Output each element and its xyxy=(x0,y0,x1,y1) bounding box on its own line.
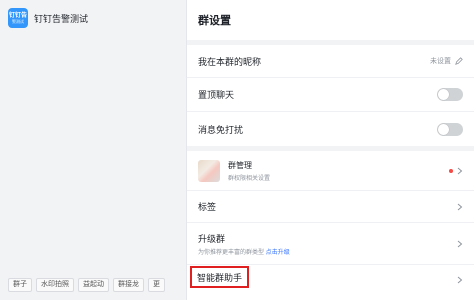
upgrade-desc: 为你推荐更丰富的群类型 xyxy=(198,249,265,256)
chat-title[interactable]: 钉钉告警测试 xyxy=(34,12,88,25)
toolbar-button[interactable]: 群子 xyxy=(8,278,32,292)
group-settings-panel: 群设置 我在本群的昵称 未设置 置顶聊天 消息免打扰 群管理 群权限相关设置 标… xyxy=(186,0,474,300)
chevron-right-icon xyxy=(457,276,463,284)
pencil-icon[interactable] xyxy=(455,57,463,65)
pin-chat-label: 置顶聊天 xyxy=(198,90,235,100)
toolbar-button[interactable]: 群接龙 xyxy=(113,278,144,292)
chevron-right-icon xyxy=(457,167,463,174)
avatar-text-1: 钉钉告 xyxy=(8,12,27,19)
chevron-right-icon xyxy=(457,203,463,210)
pin-chat-toggle[interactable] xyxy=(437,88,463,101)
tags-row[interactable]: 标签 xyxy=(187,191,474,223)
group-manage-right xyxy=(449,167,463,175)
pin-chat-row: 置顶聊天 xyxy=(187,78,474,112)
group-manage-subtitle: 群权限相关设置 xyxy=(228,175,271,182)
nickname-value: 未设置 xyxy=(430,58,451,65)
group-manage-title: 群管理 xyxy=(228,160,252,170)
mute-toggle[interactable] xyxy=(437,122,463,136)
smart-assistant-label: 智能群助手 xyxy=(197,272,243,283)
group-avatar[interactable]: 钉钉告 警测试 xyxy=(8,8,28,28)
upgrade-row[interactable]: 升级群 为你推荐更丰富的群类型 点击升级 xyxy=(187,223,474,265)
tags-label: 标签 xyxy=(198,202,217,212)
avatar-text-2: 警测试 xyxy=(12,18,24,24)
toolbar-button[interactable]: 益起动 xyxy=(78,278,109,292)
toolbar-button[interactable]: 水印拍照 xyxy=(36,278,74,292)
nickname-row[interactable]: 我在本群的昵称 未设置 xyxy=(187,45,474,78)
mute-label: 消息免打扰 xyxy=(198,124,244,135)
upgrade-texts: 升级群 为你推荐更丰富的群类型 点击升级 xyxy=(198,232,457,256)
upgrade-link[interactable]: 点击升级 xyxy=(266,250,290,256)
group-manage-avatar xyxy=(198,159,220,182)
chat-toolbar: 群子 水印拍照 益起动 群接龙 更 xyxy=(0,278,165,294)
nickname-label: 我在本群的昵称 xyxy=(198,56,262,67)
chat-area: 钉钉告 警测试 钉钉告警测试 群子 水印拍照 益起动 群接龙 更 xyxy=(0,0,186,300)
panel-title: 群设置 xyxy=(198,15,231,27)
notification-dot xyxy=(449,168,453,173)
chevron-right-icon xyxy=(457,240,463,247)
mute-row: 消息免打扰 xyxy=(187,112,474,146)
chat-header: 钉钉告 警测试 钉钉告警测试 xyxy=(0,0,186,36)
upgrade-desc-line: 为你推荐更丰富的群类型 点击升级 xyxy=(198,247,457,256)
group-manage-texts: 群管理 群权限相关设置 xyxy=(228,160,449,182)
toolbar-button[interactable]: 更 xyxy=(148,278,165,292)
upgrade-label: 升级群 xyxy=(198,233,226,244)
highlight-box: 智能群助手 xyxy=(190,266,250,288)
group-manage-row[interactable]: 群管理 群权限相关设置 xyxy=(187,151,474,191)
toggle-knob xyxy=(438,123,449,135)
toggle-knob xyxy=(438,89,449,100)
nickname-value-group: 未设置 xyxy=(430,56,463,66)
smart-assistant-row[interactable]: 智能群助手 xyxy=(187,265,474,295)
